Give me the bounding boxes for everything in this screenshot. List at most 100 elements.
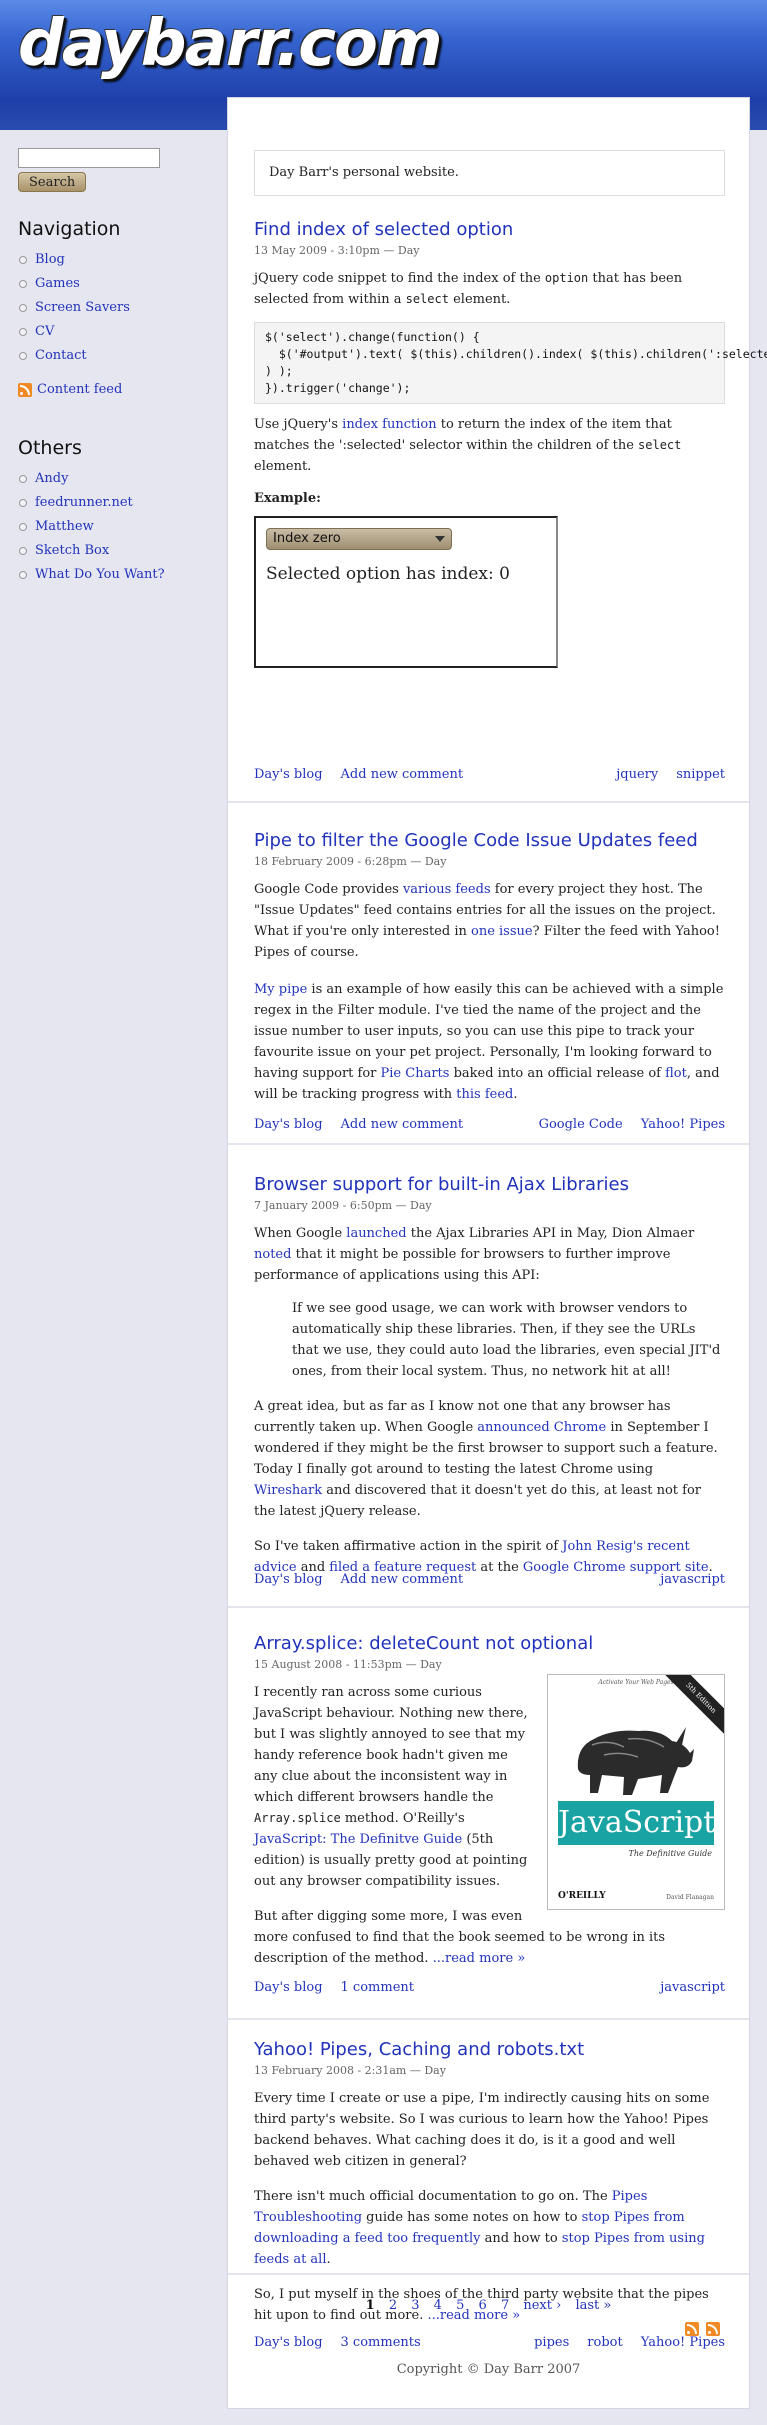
inline-link[interactable]: Wireshark [254, 1483, 322, 1498]
pager-page[interactable]: 7 [501, 2298, 509, 2313]
post-title[interactable]: Pipe to filter the Google Code Issue Upd… [254, 829, 725, 853]
nav-link[interactable]: Games [35, 276, 80, 291]
post-paragraph: A great idea, but as far as I know not o… [254, 1396, 725, 1522]
content-feed-link[interactable]: Content feed [37, 382, 122, 397]
inline-link[interactable]: JavaScript: The Definitve Guide [254, 1832, 462, 1847]
post-title[interactable]: Yahoo! Pipes, Caching and robots.txt [254, 2038, 725, 2062]
rss-icon[interactable] [706, 2322, 720, 2336]
post-paragraph: My pipe is an example of how easily this… [254, 979, 725, 1105]
inline-link[interactable]: one issue [471, 924, 533, 939]
blog-post: Array.splice: deleteCount not optional 1… [228, 1608, 749, 2020]
blog-link[interactable]: Day's blog [254, 1572, 323, 1587]
text: Google Code provides [254, 882, 403, 897]
inline-link[interactable]: launched [346, 1226, 406, 1241]
text: that it might be possible for browsers t… [254, 1247, 671, 1283]
index-function-link[interactable]: index function [342, 417, 436, 432]
nav-link[interactable]: Blog [35, 252, 65, 267]
nav-link[interactable]: Screen Savers [35, 300, 130, 315]
add-comment-link[interactable]: Add new comment [341, 1117, 464, 1132]
content-feed: Content feed [18, 382, 208, 397]
post-paragraph: Google Code provides various feeds for e… [254, 879, 725, 963]
tag-link[interactable]: snippet [676, 767, 725, 782]
tag-link[interactable]: robot [587, 2335, 622, 2350]
comments-link[interactable]: 1 comment [341, 1980, 414, 1995]
inline-link[interactable]: various feeds [403, 882, 491, 897]
text: method. O'Reilly's [340, 1811, 465, 1826]
pager-page[interactable]: 6 [479, 2298, 487, 2313]
comments-link[interactable]: 3 comments [341, 2335, 421, 2350]
tag-link[interactable]: javascript [660, 1572, 725, 1587]
pager: 1 2 3 4 5 6 7 next › last » [228, 2298, 749, 2313]
chevron-down-icon [435, 536, 445, 542]
inline-link[interactable]: Pie Charts [381, 1066, 450, 1081]
blog-link[interactable]: Day's blog [254, 2335, 323, 2350]
pager-page[interactable]: 2 [389, 2298, 397, 2313]
nav-link[interactable]: Contact [35, 348, 87, 363]
others-link[interactable]: What Do You Want? [35, 567, 165, 582]
post-date: 13 May 2009 - 3:10pm — Day [254, 244, 420, 257]
book-author: David Flanagan [666, 1894, 714, 1901]
pager-next[interactable]: next › [523, 2298, 561, 2313]
text: There isn't much official documentation … [254, 2189, 612, 2204]
index-select[interactable]: Index zero [266, 528, 452, 550]
search-button[interactable]: Search [18, 172, 87, 192]
pager-page[interactable]: 5 [456, 2298, 464, 2313]
blog-post: Browser support for built-in Ajax Librar… [228, 1145, 749, 1608]
text: . [513, 1087, 518, 1102]
post-date: 7 January 2009 - 6:50pm — Day [254, 1199, 432, 1212]
rhinoceros-icon [577, 1727, 694, 1795]
others-heading: Others [18, 437, 82, 459]
post-footer: Day's blog Add new comment Google Code Yah… [254, 1117, 725, 1135]
tag-link[interactable]: Google Code [539, 1117, 623, 1132]
read-more-link[interactable]: ...read more » [433, 1951, 526, 1966]
nav-item-contact: Contact [18, 344, 208, 368]
book-title: JavaScript [558, 1801, 715, 1845]
add-comment-link[interactable]: Add new comment [341, 767, 464, 782]
pager-last[interactable]: last » [575, 2298, 611, 2313]
blog-link[interactable]: Day's blog [254, 1117, 323, 1132]
text: and how to [480, 2231, 562, 2246]
pager-page[interactable]: 3 [411, 2298, 419, 2313]
inline-link[interactable]: flot [665, 1066, 687, 1081]
main-content: Day Barr's personal website. Find index … [228, 98, 767, 2408]
tag-link[interactable]: javascript [660, 1980, 725, 1995]
text: I recently ran across some curious JavaS… [254, 1685, 528, 1805]
others-link[interactable]: Andy [35, 471, 68, 486]
search-form: Search [18, 148, 208, 192]
inline-link[interactable]: My pipe [254, 982, 307, 997]
blog-link[interactable]: Day's blog [254, 767, 323, 782]
post-title[interactable]: Browser support for built-in Ajax Librar… [254, 1173, 725, 1197]
tag-link[interactable]: jquery [616, 767, 658, 782]
add-comment-link[interactable]: Add new comment [341, 1572, 464, 1587]
quote: If we see good usage, we can work with b… [292, 1301, 721, 1379]
tag-link[interactable]: pipes [534, 2335, 569, 2350]
tag-link[interactable]: Yahoo! Pipes [641, 2335, 725, 2350]
inline-link[interactable]: announced Chrome [477, 1420, 606, 1435]
code-block: $('select').change(function() { $('#outp… [254, 322, 767, 404]
post-date: 13 February 2008 - 2:31am — Day [254, 2064, 446, 2077]
search-input[interactable] [18, 148, 160, 168]
nav-link[interactable]: CV [35, 324, 54, 339]
pager-page[interactable]: 4 [434, 2298, 442, 2313]
rss-icon[interactable] [685, 2322, 699, 2336]
others-link[interactable]: Sketch Box [35, 543, 109, 558]
blog-post: Pipe to filter the Google Code Issue Upd… [228, 803, 749, 1145]
navigation-heading: Navigation [18, 218, 121, 240]
nav-item-games: Games [18, 272, 208, 296]
post-footer: Day's blog Add new comment jquery snippet [254, 767, 725, 785]
post-title[interactable]: Find index of selected option [254, 218, 725, 242]
blog-post: Find index of selected option 13 May 200… [228, 218, 767, 803]
text: jQuery code snippet to find the index of… [254, 271, 545, 286]
text: . [326, 2252, 331, 2267]
others-link[interactable]: feedrunner.net [35, 495, 133, 510]
rss-icon[interactable] [18, 382, 32, 397]
post-title[interactable]: Array.splice: deleteCount not optional [254, 1632, 725, 1656]
tag-link[interactable]: Yahoo! Pipes [641, 1117, 725, 1132]
blog-link[interactable]: Day's blog [254, 1980, 323, 1995]
site-logo[interactable]: daybarr.com [18, 12, 443, 76]
inline-link[interactable]: this feed [456, 1087, 513, 1102]
others-link[interactable]: Matthew [35, 519, 94, 534]
example-label: Example: [254, 491, 321, 506]
inline-link[interactable]: noted [254, 1247, 291, 1262]
nav-item-cv: CV [18, 320, 208, 344]
